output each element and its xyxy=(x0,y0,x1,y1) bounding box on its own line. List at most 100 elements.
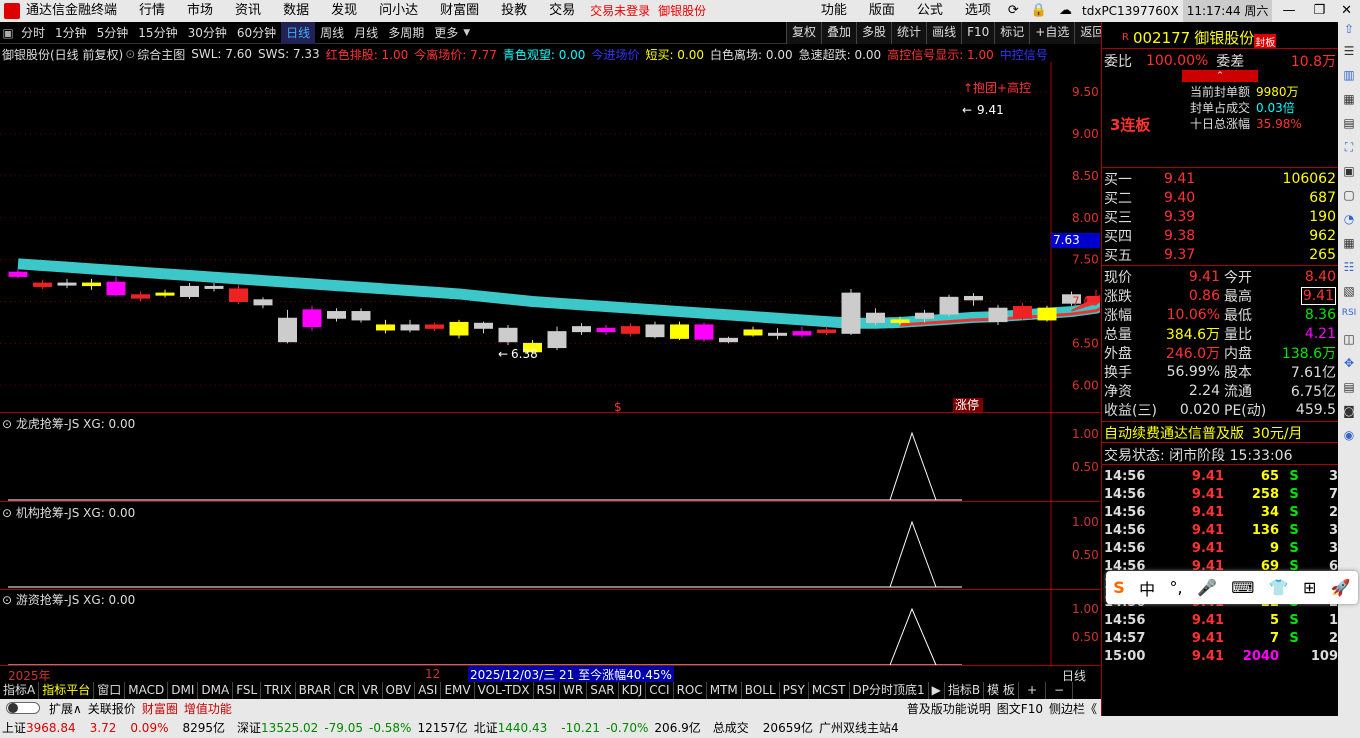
overlay-button[interactable]: 叠加 xyxy=(821,22,857,44)
ext-function-desc[interactable]: 普及版功能说明 xyxy=(904,700,994,717)
tab-macd[interactable]: MACD xyxy=(125,682,169,699)
formula-name[interactable]: 综合主图 xyxy=(137,46,185,63)
sidebar-box-icon[interactable]: ◫ xyxy=(1338,332,1360,356)
sidebar-tree-icon[interactable]: ⛶ xyxy=(1338,140,1360,164)
period-60min[interactable]: 60分钟 xyxy=(232,22,281,44)
sidebar-grid-icon[interactable]: ▦ xyxy=(1338,92,1360,116)
tab-fsl[interactable]: FSL xyxy=(233,682,262,699)
period-more[interactable]: 更多 xyxy=(429,22,463,44)
ext-expand[interactable]: 扩展∧ xyxy=(46,700,85,717)
bid-row[interactable]: 买三 9.39 190 xyxy=(1104,208,1336,226)
sidebar-rsi-icon[interactable]: RSI xyxy=(1338,308,1360,332)
f10-button[interactable]: F10 xyxy=(961,22,995,44)
sz-index[interactable]: 13525.02 xyxy=(261,721,318,735)
ime-grid-icon[interactable]: ⊞ xyxy=(1303,578,1316,597)
bid-row[interactable]: 买五 9.37 265 xyxy=(1104,246,1336,264)
bid-row[interactable]: 买二 9.40 687 xyxy=(1104,189,1336,207)
toggle-switch[interactable] xyxy=(6,702,40,714)
sidebar-up-icon[interactable]: ⇧ xyxy=(1338,22,1360,44)
sidebar-list-icon[interactable]: ☰ xyxy=(1338,44,1360,68)
tab-kdj[interactable]: KDJ xyxy=(619,682,647,699)
ime-punct-icon[interactable]: °, xyxy=(1169,578,1182,597)
sidebar-calendar-icon[interactable]: ▧ xyxy=(1338,284,1360,308)
tab-zhibiao-b[interactable]: 指标B xyxy=(945,682,985,699)
ime-skin-icon[interactable]: 👕 xyxy=(1269,578,1289,597)
tab-dp[interactable]: DP分时顶底1 xyxy=(850,682,929,699)
tab-mcst[interactable]: MCST xyxy=(809,682,850,699)
tab-rsi[interactable]: RSI xyxy=(534,682,561,699)
tab-boll[interactable]: BOLL xyxy=(742,682,780,699)
ext-f10[interactable]: 图文F10 xyxy=(994,700,1046,717)
menu-shichang[interactable]: 市场 xyxy=(176,0,224,22)
tab-psy[interactable]: PSY xyxy=(780,682,809,699)
draw-button[interactable]: 画线 xyxy=(926,22,962,44)
tab-template[interactable]: 模 板 xyxy=(984,682,1019,699)
ext-related-quotes[interactable]: 关联报价 xyxy=(85,700,139,717)
menu-faxian[interactable]: 发现 xyxy=(320,0,368,22)
sidebar-bars-icon[interactable]: ▥ xyxy=(1338,68,1360,92)
tab-vr[interactable]: VR xyxy=(359,682,383,699)
tab-zhibiao-a[interactable]: 指标A xyxy=(0,682,40,699)
menu-toujiao[interactable]: 投教 xyxy=(490,0,538,22)
stock-code[interactable]: 002177 xyxy=(1133,29,1190,47)
tab-zhibiao-pingtai[interactable]: 指标平台 xyxy=(39,682,95,699)
panel-toggle-icon[interactable]: ▣ xyxy=(0,26,16,40)
ime-rocket-icon[interactable]: 🚀 xyxy=(1331,578,1351,597)
sidebar-gauge-icon[interactable]: ◔ xyxy=(1338,212,1360,236)
mark-button[interactable]: 标记 xyxy=(994,22,1030,44)
ad-price[interactable]: 30元/月 xyxy=(1252,423,1303,443)
trade-login-link[interactable]: 交易未登录 xyxy=(586,0,654,22)
period-fenshi[interactable]: 分时 xyxy=(16,22,50,44)
period-30min[interactable]: 30分钟 xyxy=(183,22,232,44)
sh-index[interactable]: 3968.84 xyxy=(26,721,76,735)
menu-jiaoyi[interactable]: 交易 xyxy=(538,0,586,22)
current-stock-link[interactable]: 御银股份 xyxy=(654,0,710,22)
sidebar-chat-icon[interactable]: ◙ xyxy=(1338,404,1360,428)
sidebar-move-icon[interactable]: ✥ xyxy=(1338,356,1360,380)
ext-value-added[interactable]: 增值功能 xyxy=(181,700,235,717)
tab-wr[interactable]: WR xyxy=(560,682,588,699)
tab-roc[interactable]: ROC xyxy=(674,682,707,699)
tab-obv[interactable]: OBV xyxy=(383,682,416,699)
period-5min[interactable]: 5分钟 xyxy=(92,22,134,44)
kline-chart[interactable]: 9.50 9.00 8.50 8.00 7.50 7.00 6.50 6.00 ↑抱团+高控 ←… xyxy=(0,62,1100,412)
sidebar-stack-icon[interactable]: ☷ xyxy=(1338,260,1360,284)
cloud-icon[interactable]: ☁ xyxy=(1053,0,1078,22)
period-15min[interactable]: 15分钟 xyxy=(133,22,182,44)
fuquan-button[interactable]: 复权 xyxy=(786,22,822,44)
period-weekly[interactable]: 周线 xyxy=(315,22,349,44)
menu-shuju[interactable]: 数据 xyxy=(272,0,320,22)
ext-caifuquan[interactable]: 财富圈 xyxy=(139,700,181,717)
server-station[interactable]: 广州双线主站4 xyxy=(819,719,899,736)
ime-toolbar[interactable]: S 中 °, 🎤 ⌨ 👕 ⊞ 🚀 xyxy=(1106,571,1358,604)
menu-gongneng[interactable]: 功能 xyxy=(810,0,858,22)
period-multi[interactable]: 多周期 xyxy=(383,22,429,44)
collapse-icon[interactable]: ⌃ xyxy=(1182,70,1258,82)
tab-sar[interactable]: SAR xyxy=(587,682,619,699)
tab-dma[interactable]: DMA xyxy=(198,682,234,699)
multi-stock-button[interactable]: 多股 xyxy=(856,22,892,44)
tab-cci[interactable]: CCI xyxy=(646,682,674,699)
sidebar-ai-icon[interactable]: ◉ xyxy=(1338,428,1360,452)
menu-caifuquan[interactable]: 财富圈 xyxy=(429,0,490,22)
ime-mic-icon[interactable]: 🎤 xyxy=(1197,578,1217,597)
formula-icon[interactable]: ⊙ xyxy=(125,47,135,61)
menu-hangqing[interactable]: 行情 xyxy=(128,0,176,22)
ime-logo-icon[interactable]: S xyxy=(1113,578,1125,597)
menu-gongshi[interactable]: 公式 xyxy=(906,0,954,22)
stock-name[interactable]: 御银股份 xyxy=(1194,27,1254,48)
tab-trix[interactable]: TRIX xyxy=(261,682,296,699)
tab-window[interactable]: 窗口 xyxy=(94,682,126,699)
dropdown-icon[interactable]: ▼ xyxy=(463,28,470,38)
tab-dmi[interactable]: DMI xyxy=(168,682,199,699)
ime-keyboard-icon[interactable]: ⌨ xyxy=(1231,578,1254,597)
period-monthly[interactable]: 月线 xyxy=(349,22,383,44)
menu-wenxiaoda[interactable]: 问小达 xyxy=(368,0,429,22)
add-favorite-button[interactable]: +自选 xyxy=(1029,22,1075,44)
tab-brar[interactable]: BRAR xyxy=(296,682,336,699)
stats-button[interactable]: 统计 xyxy=(891,22,927,44)
tab-vol-tdx[interactable]: VOL-TDX xyxy=(475,682,534,699)
period-1min[interactable]: 1分钟 xyxy=(50,22,92,44)
ext-sidebar[interactable]: 侧边栏《 xyxy=(1046,700,1100,717)
sidebar-doc-icon[interactable]: ▢ xyxy=(1338,188,1360,212)
